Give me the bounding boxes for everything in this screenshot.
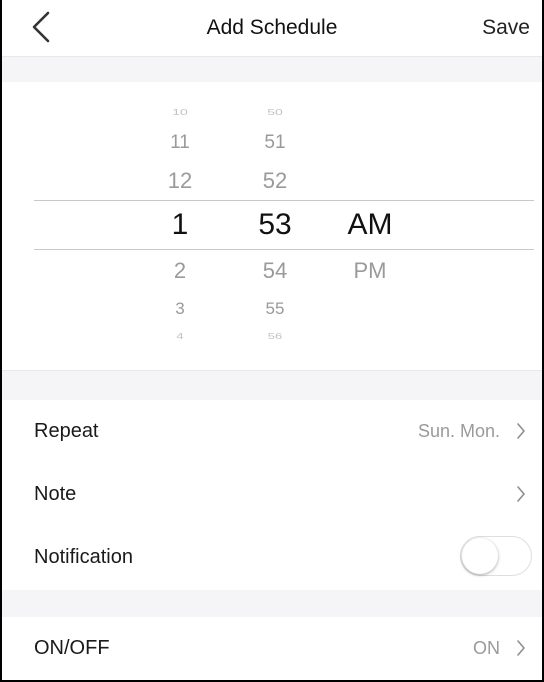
meridiem-selected[interactable]: AM <box>330 208 410 242</box>
minute-option[interactable]: 56 <box>240 332 310 341</box>
section-spacer <box>0 56 544 83</box>
hour-wheel[interactable]: 10 11 12 1 2 3 4 <box>150 82 210 370</box>
onoff-value: ON <box>473 638 500 658</box>
toggle-knob <box>462 538 498 574</box>
minute-option[interactable]: 54 <box>240 258 310 284</box>
chevron-right-icon <box>517 640 525 656</box>
minute-option[interactable]: 52 <box>240 168 310 194</box>
onoff-label: ON/OFF <box>34 637 110 659</box>
minute-option[interactable]: 50 <box>240 107 310 117</box>
hour-option[interactable]: 4 <box>150 332 210 341</box>
minute-wheel[interactable]: 50 51 52 53 54 55 56 <box>240 82 310 370</box>
repeat-row[interactable]: Repeat Sun. Mon. <box>0 400 544 462</box>
hour-option[interactable]: 10 <box>150 107 210 117</box>
repeat-value: Sun. Mon. <box>417 421 500 441</box>
save-button[interactable]: Save <box>482 16 530 40</box>
page-title: Add Schedule <box>206 16 338 39</box>
meridiem-wheel[interactable]: AM PM <box>330 82 410 370</box>
time-picker[interactable]: 10 11 12 1 2 3 4 50 51 52 53 54 55 56 AM… <box>0 82 544 370</box>
chevron-right-icon <box>517 486 525 502</box>
chevron-right-icon <box>517 423 525 439</box>
hour-selected[interactable]: 1 <box>150 208 210 242</box>
note-label: Note <box>34 483 77 505</box>
onoff-row[interactable]: ON/OFF ON <box>0 617 544 679</box>
hour-option[interactable]: 12 <box>150 168 210 194</box>
notification-toggle[interactable] <box>460 536 532 576</box>
minute-option[interactable]: 55 <box>240 299 310 319</box>
notification-row: Notification <box>0 526 544 588</box>
notification-label: Notification <box>34 546 133 568</box>
hour-option[interactable]: 2 <box>150 258 210 284</box>
note-row[interactable]: Note <box>0 463 544 525</box>
hour-option[interactable]: 3 <box>150 299 210 319</box>
meridiem-option[interactable]: PM <box>330 258 410 284</box>
minute-selected[interactable]: 53 <box>240 208 310 242</box>
repeat-label: Repeat <box>34 420 99 442</box>
section-spacer <box>0 590 544 617</box>
section-spacer <box>0 370 544 401</box>
hour-option[interactable]: 11 <box>150 132 210 154</box>
navigation-bar: Add Schedule Save <box>0 0 544 56</box>
minute-option[interactable]: 51 <box>240 132 310 154</box>
